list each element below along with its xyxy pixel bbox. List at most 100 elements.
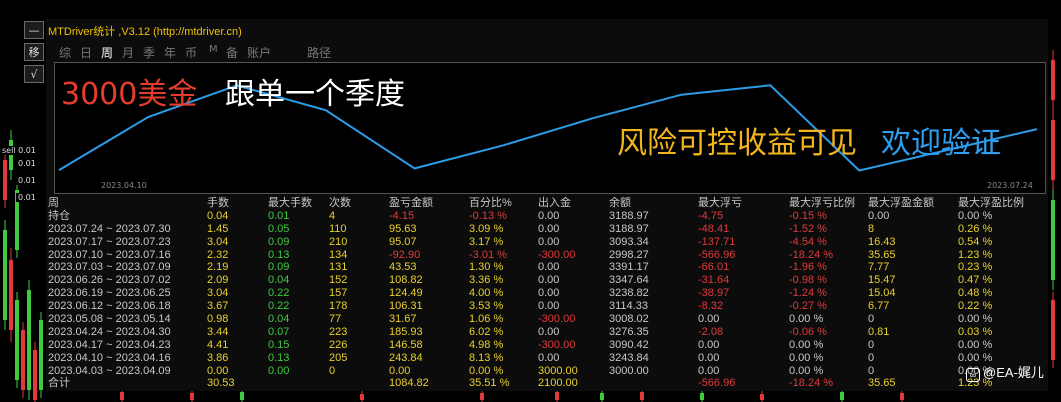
table-cell: 0.00: [538, 274, 560, 287]
table-cell: 223: [329, 325, 348, 338]
table-cell: -137.71: [698, 235, 736, 248]
tab-quarter[interactable]: 季: [143, 44, 164, 61]
candle-body: [120, 392, 124, 400]
column-header: 最大浮亏比例: [789, 197, 855, 209]
column-header: 余额: [609, 197, 631, 209]
table-cell: 6.77: [868, 300, 890, 313]
table-cell: -31.64: [698, 274, 730, 287]
column-header: 周: [48, 197, 59, 209]
table-cell: 15.47: [868, 274, 896, 287]
table-cell: 0.13: [268, 351, 290, 364]
price-tag: 0.01: [16, 159, 38, 168]
table-cell: 0.54 %: [958, 235, 993, 248]
equity-start-date: 2023.04.10: [101, 181, 147, 190]
table-cell: -66.01: [698, 261, 730, 274]
tab-summary[interactable]: 综: [59, 44, 80, 61]
table-cell: 2.19: [207, 261, 229, 274]
candle-body: [900, 393, 904, 400]
table-cell: 3093.34: [609, 235, 649, 248]
table-cell: -300.00: [538, 248, 576, 261]
candle-body: [9, 140, 13, 170]
table-cell: 35.65: [868, 248, 896, 261]
table-cell: 157: [329, 287, 348, 300]
tab-year[interactable]: 年: [164, 44, 185, 61]
table-cell: 210: [329, 235, 348, 248]
column-header: 最大手数: [268, 197, 312, 209]
table-cell: -1.52 %: [789, 222, 827, 235]
table-cell: 0.05: [268, 222, 290, 235]
column-header: 百分比%: [469, 197, 512, 209]
table-cell: 4.98 %: [469, 338, 504, 351]
table-cell: 0.00 %: [789, 364, 824, 377]
table-cell: 0.00 %: [958, 313, 993, 326]
tab-notes[interactable]: 备: [226, 44, 247, 61]
table-cell: 0.00: [698, 364, 720, 377]
table-cell: -18.24 %: [789, 377, 834, 390]
table-cell: -4.54 %: [789, 235, 827, 248]
table-cell: 3.04: [207, 287, 229, 300]
tab-currency[interactable]: 币: [185, 44, 209, 61]
table-cell: 0.22 %: [958, 300, 993, 313]
candle-body: [190, 393, 194, 400]
table-cell: 0.81: [868, 325, 890, 338]
tab-day[interactable]: 日: [80, 44, 101, 61]
table-cell: 1084.82: [389, 377, 429, 390]
table-cell: 0.23 %: [958, 261, 993, 274]
headline-amount: 3000美金: [61, 77, 198, 112]
candle-body: [760, 394, 764, 400]
column-header: 次数: [329, 197, 351, 209]
column-header: 盈亏金额: [389, 197, 433, 209]
tab-week[interactable]: 周: [101, 44, 122, 61]
table-cell: 0.00: [538, 261, 560, 274]
equity-end-date: 2023.07.24: [987, 181, 1033, 190]
tab-account[interactable]: 账户: [247, 44, 307, 61]
table-cell: 8: [868, 222, 875, 235]
panel-title: MTDriver统计 ,V3.12 (http://mtdriver.cn): [48, 26, 242, 38]
watermark: ∞ @EA-娓儿: [966, 362, 1044, 382]
table-cell: 1.23 %: [958, 248, 993, 261]
table-cell: 4: [329, 209, 336, 222]
table-cell: 0.22: [268, 287, 290, 300]
table-cell: 0.00: [538, 351, 560, 364]
table-cell: 2023.05.08 ~ 2023.05.14: [48, 313, 171, 326]
headline-text: 跟单一个季度: [225, 77, 405, 112]
table-cell: 3276.35: [609, 325, 649, 338]
table-cell: 0.00: [698, 313, 720, 326]
table-cell: 2023.04.03 ~ 2023.04.09: [48, 364, 171, 377]
candle-body: [555, 392, 559, 400]
tab-magic[interactable]: M: [209, 44, 226, 61]
sell-price-tag: sell 0.01: [0, 146, 38, 155]
candle-body: [1051, 300, 1055, 360]
table-cell: 7.77: [868, 261, 890, 274]
table-cell: -18.24 %: [789, 248, 834, 261]
minimize-button[interactable]: —: [24, 21, 44, 39]
table-cell: -566.96: [698, 248, 736, 261]
column-header: 最大浮盈金额: [868, 197, 934, 209]
equity-curve-chart: 3000美金 跟单一个季度 风险可控收益可见 欢迎验证 2023.04.10 2…: [54, 62, 1046, 194]
table-cell: 0.00 %: [958, 209, 993, 222]
table-cell: 0.00 %: [958, 338, 993, 351]
table-cell: 2023.04.10 ~ 2023.04.16: [48, 351, 171, 364]
price-tag: 0.01: [16, 193, 38, 202]
table-cell: 1.30 %: [469, 261, 504, 274]
table-cell: -566.96: [698, 377, 736, 390]
check-button[interactable]: √: [24, 65, 44, 83]
table-cell: 3188.97: [609, 222, 649, 235]
table-cell: 3.36 %: [469, 274, 504, 287]
table-cell: 2023.06.12 ~ 2023.06.18: [48, 300, 171, 313]
table-cell: 0.09: [268, 235, 290, 248]
table-cell: -0.98 %: [789, 274, 827, 287]
table-cell: 8.13 %: [469, 351, 504, 364]
table-cell: 0.98: [207, 313, 229, 326]
table-cell: 2023.06.19 ~ 2023.06.25: [48, 287, 171, 300]
table-cell: 0.26 %: [958, 222, 993, 235]
table-cell: 16.43: [868, 235, 896, 248]
table-cell: 3.09 %: [469, 222, 504, 235]
tab-path[interactable]: 路径: [307, 44, 347, 61]
tab-month[interactable]: 月: [122, 44, 143, 61]
table-cell: 1.06 %: [469, 313, 504, 326]
table-cell: 30.53: [207, 377, 235, 390]
table-cell: 243.84: [389, 351, 423, 364]
table-cell: 152: [329, 274, 348, 287]
move-button[interactable]: 移: [24, 43, 44, 61]
